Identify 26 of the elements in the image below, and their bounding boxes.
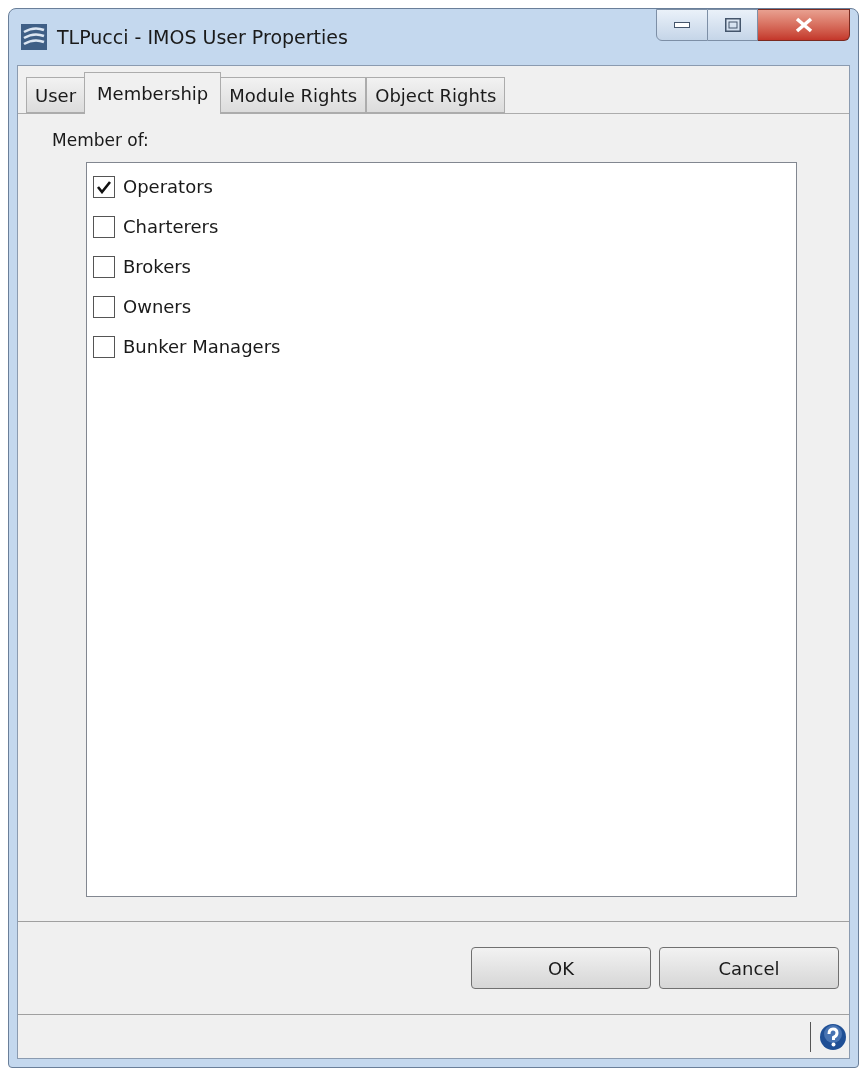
maximize-button[interactable] xyxy=(708,9,758,41)
close-icon xyxy=(794,17,813,33)
close-button[interactable] xyxy=(758,9,850,41)
group-label: Charterers xyxy=(123,215,219,239)
window-title: TLPucci - IMOS User Properties xyxy=(57,24,348,50)
group-label: Bunker Managers xyxy=(123,335,281,359)
member-of-label: Member of: xyxy=(52,129,150,152)
tab[interactable]: Membership xyxy=(84,72,222,114)
checkbox[interactable] xyxy=(93,255,115,278)
checkbox[interactable] xyxy=(93,175,115,198)
checkbox[interactable] xyxy=(93,335,115,358)
minimize-button[interactable] xyxy=(656,9,708,41)
minimize-icon xyxy=(674,22,690,28)
group-label: Owners xyxy=(123,295,192,319)
group-label: Brokers xyxy=(123,255,191,279)
checkbox[interactable] xyxy=(93,215,115,238)
tab[interactable]: User xyxy=(26,77,86,113)
help-icon[interactable] xyxy=(819,1022,847,1051)
dialog-button[interactable]: OK xyxy=(471,947,651,989)
tab[interactable]: Object Rights xyxy=(366,77,506,113)
app-logo-icon xyxy=(21,24,47,50)
dialog-button[interactable]: Cancel xyxy=(659,947,839,989)
tab[interactable]: Module Rights xyxy=(220,77,367,113)
checkbox[interactable] xyxy=(93,295,115,318)
maximize-icon xyxy=(724,18,741,32)
group-label: Operators xyxy=(123,175,213,199)
